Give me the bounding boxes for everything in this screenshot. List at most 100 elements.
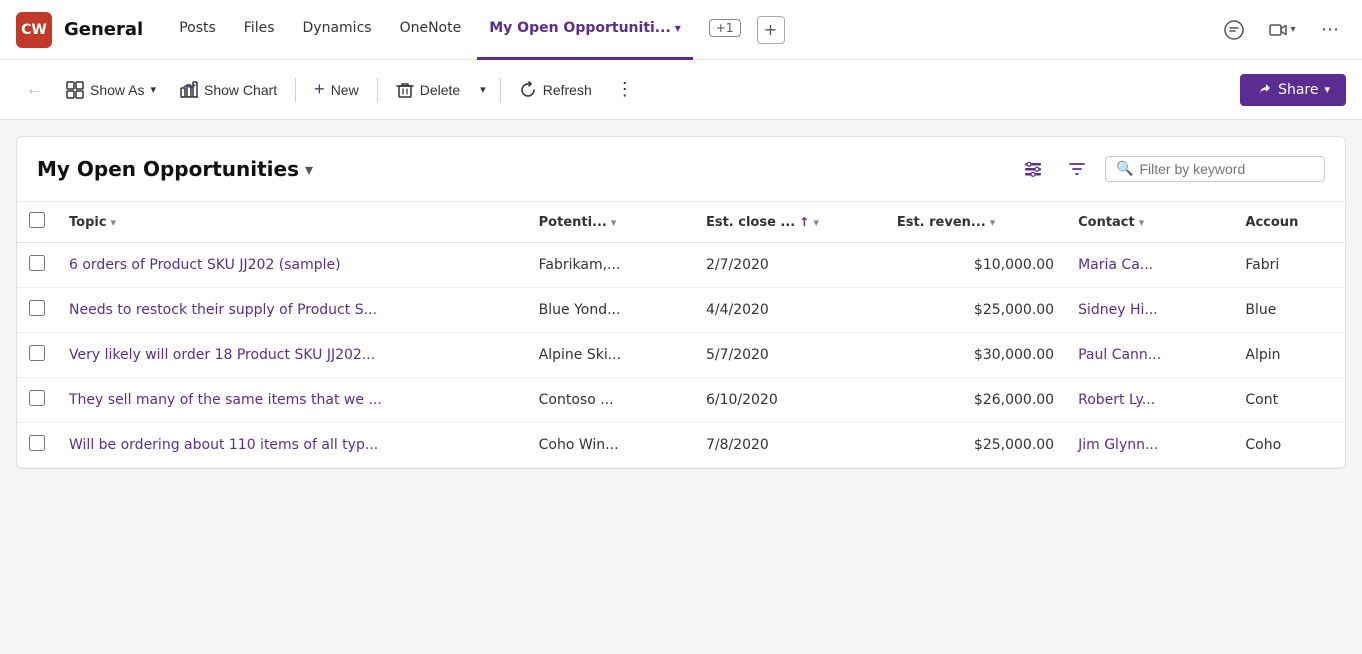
show-as-chevron: ▾ (150, 83, 156, 96)
row-account-4: Coho (1233, 423, 1345, 468)
row-account-1: Blue (1233, 288, 1345, 333)
nav-tab-plus1[interactable]: +1 (697, 0, 753, 60)
show-as-icon (66, 81, 84, 99)
more-toolbar-button[interactable]: ⋮ (606, 73, 644, 106)
row-topic-2[interactable]: Very likely will order 18 Product SKU JJ… (57, 333, 527, 378)
th-est-revenue[interactable]: Est. reven... ▾ (885, 202, 1066, 243)
nav-tab-posts[interactable]: Posts (167, 0, 228, 60)
row-account-2: Alpin (1233, 333, 1345, 378)
row-topic-3[interactable]: They sell many of the same items that we… (57, 378, 527, 423)
th-contact[interactable]: Contact ▾ (1066, 202, 1233, 243)
video-icon-btn[interactable]: ▾ (1266, 14, 1298, 46)
show-as-button[interactable]: Show As ▾ (56, 75, 166, 105)
row-account-0: Fabri (1233, 243, 1345, 288)
nav-tab-files[interactable]: Files (232, 0, 287, 60)
opportunities-table: Topic ▾ Potenti... ▾ Est (17, 202, 1345, 468)
row-potential-1: Blue Yond... (527, 288, 694, 333)
filter-input[interactable] (1139, 161, 1314, 177)
row-contact-2[interactable]: Paul Cann... (1066, 333, 1233, 378)
delete-label: Delete (420, 82, 460, 98)
separator-2 (377, 78, 378, 102)
back-button[interactable]: ← (16, 75, 52, 105)
app-icon: CW (16, 12, 52, 48)
row-contact-0[interactable]: Maria Ca... (1066, 243, 1233, 288)
video-icon (1268, 20, 1288, 40)
table-row: Will be ordering about 110 items of all … (17, 423, 1345, 468)
table-header: Topic ▾ Potenti... ▾ Est (17, 202, 1345, 243)
more-options-btn[interactable]: ⋯ (1314, 14, 1346, 46)
row-est-close-4: 7/8/2020 (694, 423, 885, 468)
show-chart-button[interactable]: Show Chart (170, 75, 287, 105)
est-close-sort-chevron: ▾ (813, 216, 819, 229)
share-button[interactable]: Share ▾ (1240, 74, 1346, 106)
row-checkbox-cell-2 (17, 333, 57, 378)
nav-tab-opportunities[interactable]: My Open Opportuniti... ▾ (477, 0, 693, 60)
nav-tab-onenote[interactable]: OneNote (388, 0, 474, 60)
show-as-label: Show As (90, 82, 144, 98)
row-contact-3[interactable]: Robert Ly... (1066, 378, 1233, 423)
share-label: Share (1278, 82, 1318, 98)
filter-icon-btn[interactable] (1061, 153, 1093, 185)
row-account-3: Cont (1233, 378, 1345, 423)
main-content: My Open Opportunities ▾ (0, 120, 1362, 654)
row-checkbox-cell-4 (17, 423, 57, 468)
opportunities-panel: My Open Opportunities ▾ (16, 136, 1346, 469)
chat-icon (1224, 20, 1244, 40)
show-chart-label: Show Chart (204, 82, 277, 98)
delete-dropdown-button[interactable]: ▾ (474, 77, 492, 102)
row-checkbox-4[interactable] (29, 435, 45, 451)
video-chevron-icon: ▾ (1290, 24, 1295, 35)
row-potential-0: Fabrikam,... (527, 243, 694, 288)
column-settings-icon (1023, 159, 1043, 179)
table-row: Needs to restock their supply of Product… (17, 288, 1345, 333)
new-plus-icon: + (314, 79, 325, 100)
refresh-icon (519, 81, 537, 99)
separator-3 (500, 78, 501, 102)
est-revenue-sort-chevron: ▾ (990, 216, 996, 229)
chat-icon-btn[interactable] (1218, 14, 1250, 46)
column-settings-icon-btn[interactable] (1017, 153, 1049, 185)
th-account: Accoun (1233, 202, 1345, 243)
delete-icon (396, 81, 414, 99)
table-row: Very likely will order 18 Product SKU JJ… (17, 333, 1345, 378)
contact-sort-chevron: ▾ (1139, 216, 1145, 229)
row-contact-4[interactable]: Jim Glynn... (1066, 423, 1233, 468)
table-body: 6 orders of Product SKU JJ202 (sample) F… (17, 243, 1345, 468)
panel-title-chevron[interactable]: ▾ (305, 160, 313, 179)
row-est-revenue-4: $25,000.00 (885, 423, 1066, 468)
th-est-close[interactable]: Est. close ... ↑ ▾ (694, 202, 885, 243)
row-checkbox-1[interactable] (29, 300, 45, 316)
row-potential-4: Coho Win... (527, 423, 694, 468)
th-potential[interactable]: Potenti... ▾ (527, 202, 694, 243)
nav-tab-dropdown-icon: ▾ (675, 21, 681, 35)
back-icon: ← (26, 81, 42, 99)
panel-title: My Open Opportunities ▾ (37, 157, 313, 181)
est-close-sort-asc-icon: ↑ (799, 215, 809, 229)
row-topic-4[interactable]: Will be ordering about 110 items of all … (57, 423, 527, 468)
row-checkbox-0[interactable] (29, 255, 45, 271)
table-row: 6 orders of Product SKU JJ202 (sample) F… (17, 243, 1345, 288)
row-checkbox-cell-3 (17, 378, 57, 423)
row-contact-1[interactable]: Sidney Hi... (1066, 288, 1233, 333)
row-topic-0[interactable]: 6 orders of Product SKU JJ202 (sample) (57, 243, 527, 288)
new-button[interactable]: + New (304, 73, 369, 106)
app-title: General (64, 19, 143, 40)
show-chart-icon (180, 81, 198, 99)
select-all-checkbox[interactable] (29, 212, 45, 228)
toolbar: ← Show As ▾ Show Chart + New (0, 60, 1362, 120)
topic-sort-chevron: ▾ (111, 216, 117, 229)
row-est-revenue-0: $10,000.00 (885, 243, 1066, 288)
share-icon (1256, 82, 1272, 98)
row-potential-2: Alpine Ski... (527, 333, 694, 378)
nav-tab-dynamics[interactable]: Dynamics (291, 0, 384, 60)
row-est-revenue-2: $30,000.00 (885, 333, 1066, 378)
row-checkbox-2[interactable] (29, 345, 45, 361)
new-label: New (331, 82, 359, 98)
add-tab-button[interactable]: + (757, 16, 785, 44)
refresh-button[interactable]: Refresh (509, 75, 602, 105)
row-topic-1[interactable]: Needs to restock their supply of Product… (57, 288, 527, 333)
row-checkbox-3[interactable] (29, 390, 45, 406)
delete-button[interactable]: Delete (386, 75, 470, 105)
row-est-close-0: 2/7/2020 (694, 243, 885, 288)
th-topic[interactable]: Topic ▾ (57, 202, 527, 243)
